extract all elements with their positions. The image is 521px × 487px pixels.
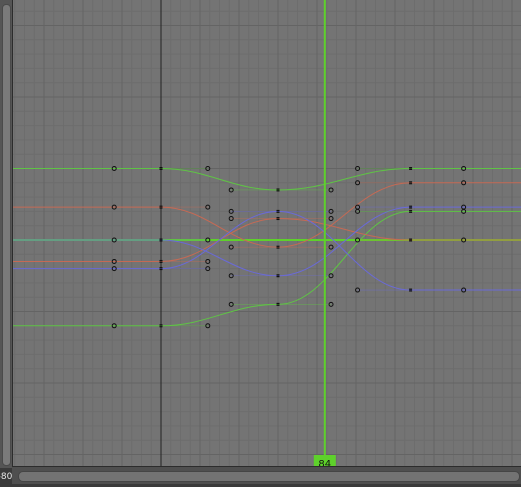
horizontal-scrollbar-thumb[interactable] — [18, 471, 520, 482]
graph-canvas[interactable]: 84 151050-5-10-15 -80-60-40-200204060801… — [0, 0, 521, 484]
vertical-scrollbar-thumb[interactable] — [2, 4, 11, 466]
horizontal-scrollbar[interactable] — [12, 466, 521, 484]
graph-editor[interactable]: 84 151050-5-10-15 -80-60-40-200204060801… — [0, 0, 521, 484]
x-tick-label: -80 — [0, 472, 13, 482]
plot-background — [12, 0, 521, 466]
vertical-scrollbar[interactable] — [0, 0, 13, 468]
